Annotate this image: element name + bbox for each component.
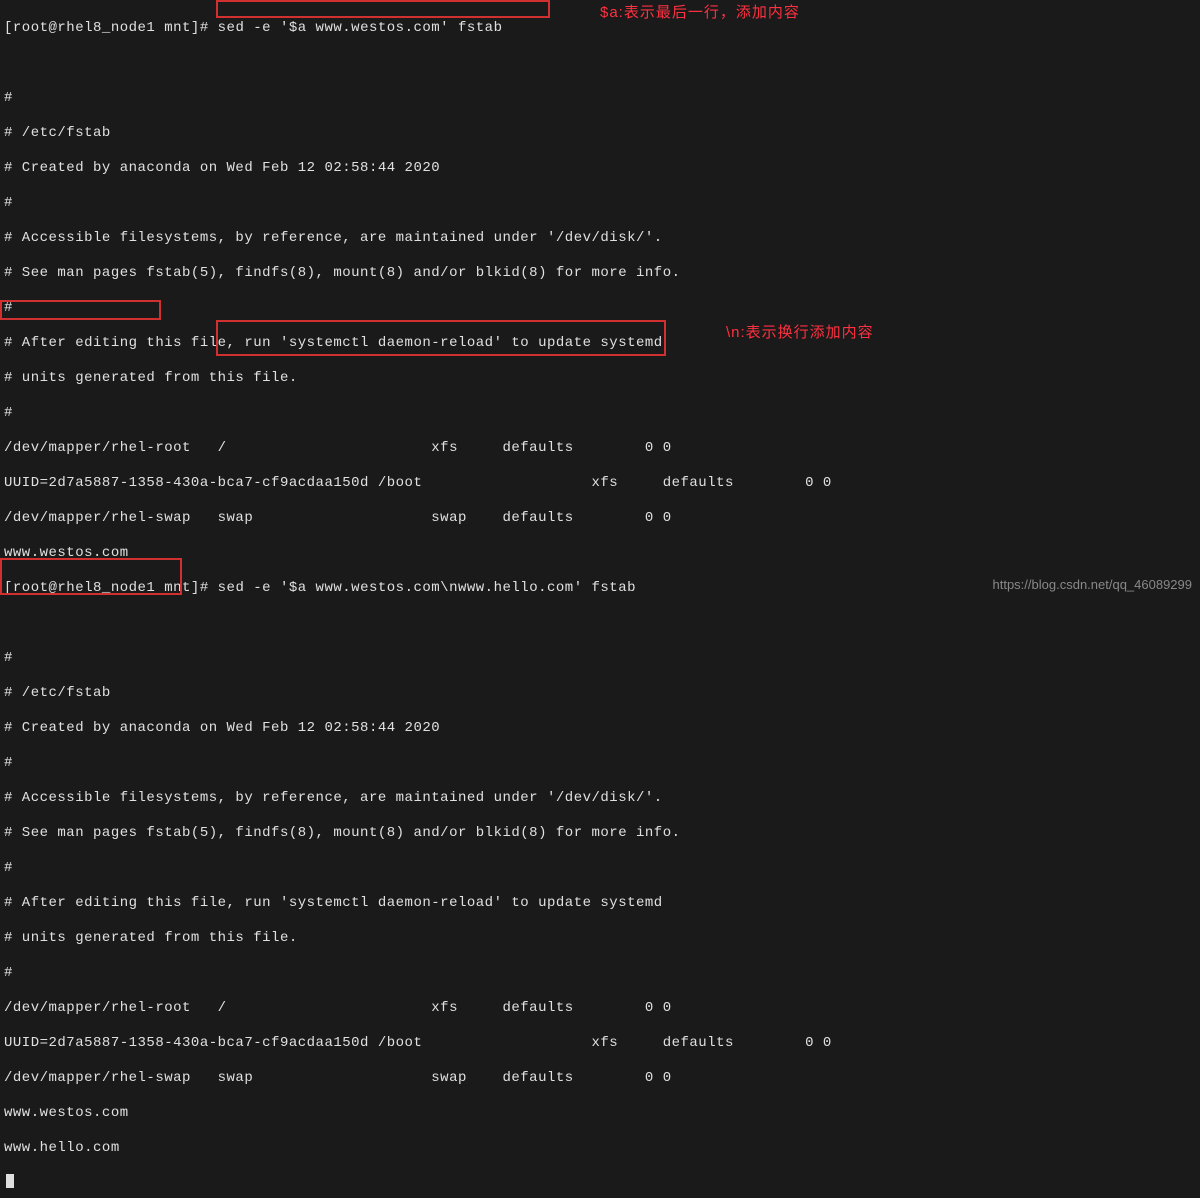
watermark-text: https://blog.csdn.net/qq_46089299 bbox=[993, 577, 1193, 593]
output-line: # Created by anaconda on Wed Feb 12 02:5… bbox=[4, 720, 1196, 738]
output-line: /dev/mapper/rhel-swap swap swap defaults… bbox=[4, 1070, 1196, 1088]
output-line: # Accessible filesystems, by reference, … bbox=[4, 230, 1196, 248]
annotation-2: \n:表示换行添加内容 bbox=[726, 324, 874, 343]
shell-prompt-1: [root@rhel8_node1 mnt]# bbox=[4, 20, 218, 36]
output-line: # bbox=[4, 650, 1196, 668]
annotation-1: $a:表示最后一行，添加内容 bbox=[600, 4, 800, 23]
output-line: # See man pages fstab(5), findfs(8), mou… bbox=[4, 265, 1196, 283]
command-2: sed -e '$a www.westos.com\nwww.hello.com… bbox=[218, 580, 636, 596]
output-line: # After editing this file, run 'systemct… bbox=[4, 335, 1196, 353]
output-line: www.westos.com bbox=[4, 545, 1196, 563]
output-line: # bbox=[4, 965, 1196, 983]
shell-prompt-2: [root@rhel8_node1 mnt]# bbox=[4, 580, 218, 596]
output-line: www.hello.com bbox=[4, 1140, 1196, 1158]
output-line: # /etc/fstab bbox=[4, 125, 1196, 143]
cursor-icon bbox=[6, 1174, 14, 1188]
output-line: # bbox=[4, 405, 1196, 423]
output-line: # After editing this file, run 'systemct… bbox=[4, 895, 1196, 913]
output-line: # /etc/fstab bbox=[4, 685, 1196, 703]
output-line: # See man pages fstab(5), findfs(8), mou… bbox=[4, 825, 1196, 843]
output-line: # bbox=[4, 860, 1196, 878]
output-line: # units generated from this file. bbox=[4, 930, 1196, 948]
output-line: /dev/mapper/rhel-root / xfs defaults 0 0 bbox=[4, 1000, 1196, 1018]
output-line: # units generated from this file. bbox=[4, 370, 1196, 388]
output-line: # bbox=[4, 755, 1196, 773]
output-line: # bbox=[4, 195, 1196, 213]
command-1: sed -e '$a www.westos.com' fstab bbox=[218, 20, 503, 36]
output-line: /dev/mapper/rhel-swap swap swap defaults… bbox=[4, 510, 1196, 528]
output-line: # Accessible filesystems, by reference, … bbox=[4, 790, 1196, 808]
output-line: UUID=2d7a5887-1358-430a-bca7-cf9acdaa150… bbox=[4, 1035, 1196, 1053]
output-line: UUID=2d7a5887-1358-430a-bca7-cf9acdaa150… bbox=[4, 475, 1196, 493]
output-line: # bbox=[4, 300, 1196, 318]
terminal-output[interactable]: [root@rhel8_node1 mnt]# sed -e '$a www.w… bbox=[4, 2, 1196, 1198]
output-line: /dev/mapper/rhel-root / xfs defaults 0 0 bbox=[4, 440, 1196, 458]
output-line: # bbox=[4, 90, 1196, 108]
output-line: www.westos.com bbox=[4, 1105, 1196, 1123]
output-line: # Created by anaconda on Wed Feb 12 02:5… bbox=[4, 160, 1196, 178]
